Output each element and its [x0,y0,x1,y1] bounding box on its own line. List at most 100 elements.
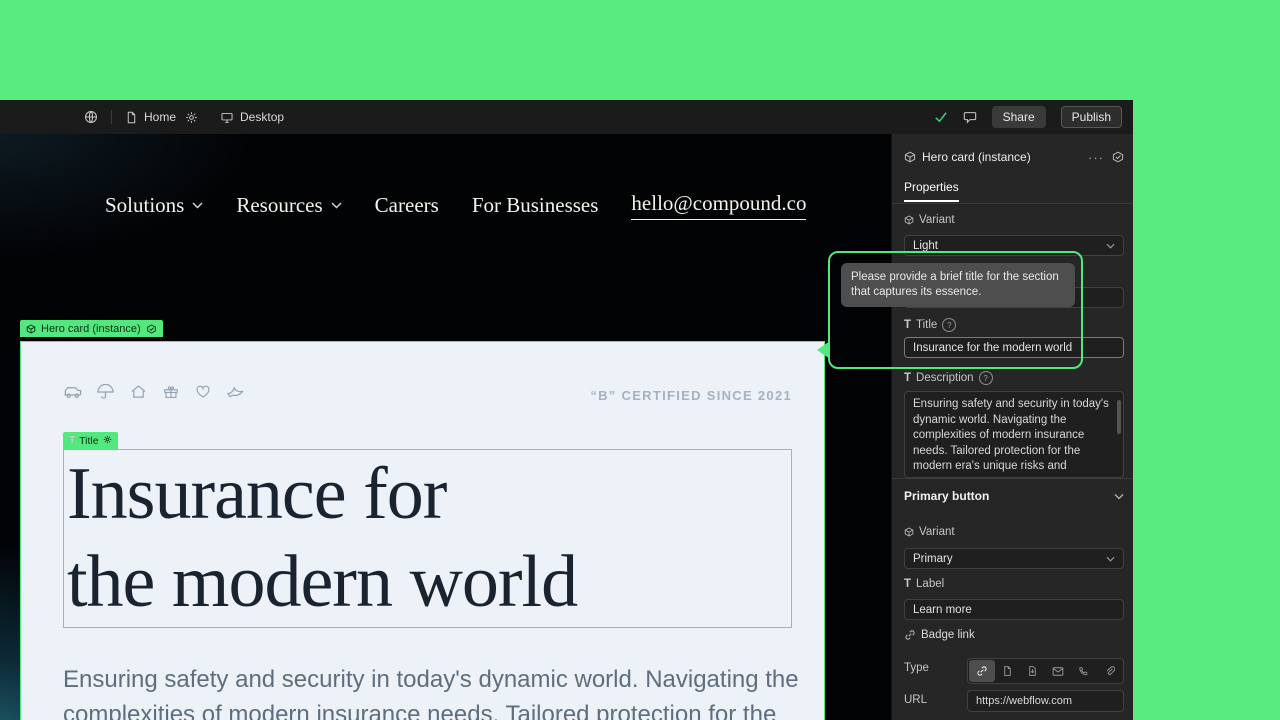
primary-button-section-header[interactable]: Primary button [904,489,1124,503]
textarea-scrollbar[interactable] [1117,400,1121,434]
breakpoint-selector[interactable]: Desktop [220,110,284,124]
link-type-email-button[interactable] [1046,660,1072,682]
component-badge[interactable]: Hero card (instance) [20,320,163,337]
selected-title-element[interactable]: Insurance forthe modern world [63,449,792,628]
title-property-label: T Title ? [904,318,1124,332]
page-settings-gear-icon[interactable] [185,111,198,124]
link-type-button-group [967,658,1124,684]
description-value: Ensuring safety and security in today's … [913,398,1109,472]
variant-cube-icon [904,527,914,537]
text-type-icon: T [904,319,911,331]
pb-variant-property-label: Variant [904,526,1124,538]
globe-icon[interactable] [84,110,98,124]
category-icons-row [63,384,245,400]
design-canvas[interactable]: Solutions Resources Careers [0,134,891,720]
variant-cube-icon [904,215,914,225]
url-label: URL [904,694,927,706]
primary-button-section-title: Primary button [904,489,1114,503]
page-selector[interactable]: Home [125,110,176,124]
help-icon[interactable]: ? [942,318,956,332]
settings-panel: Hero card (instance) ··· Properties [891,134,1133,720]
bird-icon[interactable] [226,384,245,400]
hero-paragraph[interactable]: Ensuring safety and security in today's … [63,662,811,720]
home-icon[interactable] [129,384,148,400]
url-input-value: https://webflow.com [976,695,1072,707]
health-icon[interactable] [194,384,212,400]
title-input[interactable]: Insurance for the modern world [904,337,1124,358]
title-element-badge[interactable]: T Title [63,432,118,449]
site-navigation: Solutions Resources Careers [105,191,806,220]
certified-text[interactable]: “B” CERTIFIED SINCE 2021 [590,388,792,403]
description-label: Description [916,372,974,384]
link-type-page-button[interactable] [995,660,1021,682]
url-input[interactable]: https://webflow.com [967,690,1124,712]
description-textarea[interactable]: Ensuring safety and security in today's … [904,391,1124,478]
tab-properties[interactable]: Properties [904,180,959,202]
link-type-section-button[interactable] [1020,660,1046,682]
variant-property-label: Variant [904,214,1124,226]
text-type-icon: T [69,435,75,446]
publish-button[interactable]: Publish [1061,106,1122,128]
component-swap-icon[interactable] [1112,151,1124,163]
nav-label: Resources [236,193,322,218]
nav-label: Solutions [105,193,184,218]
pb-variant-select-value: Primary [913,553,953,565]
saved-check-icon[interactable] [934,111,948,123]
breakpoint-name: Desktop [240,110,284,124]
share-button[interactable]: Share [992,106,1046,128]
title-label: Title [916,319,937,331]
vehicle-icon[interactable] [63,384,82,400]
link-type-phone-button[interactable] [1071,660,1097,682]
comment-icon[interactable] [963,110,977,124]
label-label: Label [916,578,944,590]
label-input-value: Learn more [913,604,972,616]
label-property-label: T Label [904,578,1124,590]
link-type-url-button[interactable] [969,660,995,682]
variant-select-value: Light [913,240,938,252]
variant-label: Variant [919,526,955,538]
nav-link-email[interactable]: hello@compound.co [631,191,806,220]
link-icon [904,629,916,641]
component-edit-icon [146,324,157,334]
more-options-button[interactable]: ··· [1086,150,1106,165]
help-icon[interactable]: ? [979,371,993,385]
desktop-background: Home Desktop [0,0,1280,720]
pb-variant-select[interactable]: Primary [904,548,1124,569]
link-type-attachment-button[interactable] [1097,660,1123,682]
hero-heading: Insurance forthe modern world [64,450,791,626]
component-badge-label: Hero card (instance) [41,323,141,335]
chevron-down-icon [331,202,342,209]
umbrella-icon[interactable] [96,384,115,400]
chevron-down-icon [192,202,203,209]
label-input[interactable]: Learn more [904,599,1124,620]
designer-window: Home Desktop [0,100,1133,720]
nav-label: Careers [375,193,439,218]
toolbar-right: Share Publish [934,106,1133,128]
toolbar-divider [111,110,112,124]
breakpoint-desktop-icon [220,111,234,124]
panel-divider [892,478,1133,479]
page-name: Home [144,110,176,124]
variant-select[interactable]: Light [904,235,1124,256]
nav-link-for-businesses[interactable]: For Businesses [472,193,599,218]
component-cube-icon [904,151,916,163]
variant-label: Variant [919,214,955,226]
nav-label: hello@compound.co [631,191,806,216]
nav-link-careers[interactable]: Careers [375,193,439,218]
obscured-input[interactable] [904,287,1124,308]
chevron-down-icon [1106,243,1115,249]
panel-title: Hero card (instance) [922,150,1080,164]
title-input-value: Insurance for the modern world [913,342,1072,354]
badge-link-property-label: Badge link [904,629,1124,641]
nav-link-resources[interactable]: Resources [236,193,341,218]
top-toolbar: Home Desktop [0,100,1133,134]
description-property-label: T Description ? [904,371,1124,385]
panel-header: Hero card (instance) ··· [904,146,1124,168]
gift-icon[interactable] [162,384,180,400]
nav-link-solutions[interactable]: Solutions [105,193,203,218]
hero-card[interactable]: “B” CERTIFIED SINCE 2021 T Title Insuran [20,341,825,720]
nav-label: For Businesses [472,193,599,218]
type-label: Type [904,662,929,674]
workspace: Solutions Resources Careers [0,134,1133,720]
text-type-icon: T [904,372,911,384]
